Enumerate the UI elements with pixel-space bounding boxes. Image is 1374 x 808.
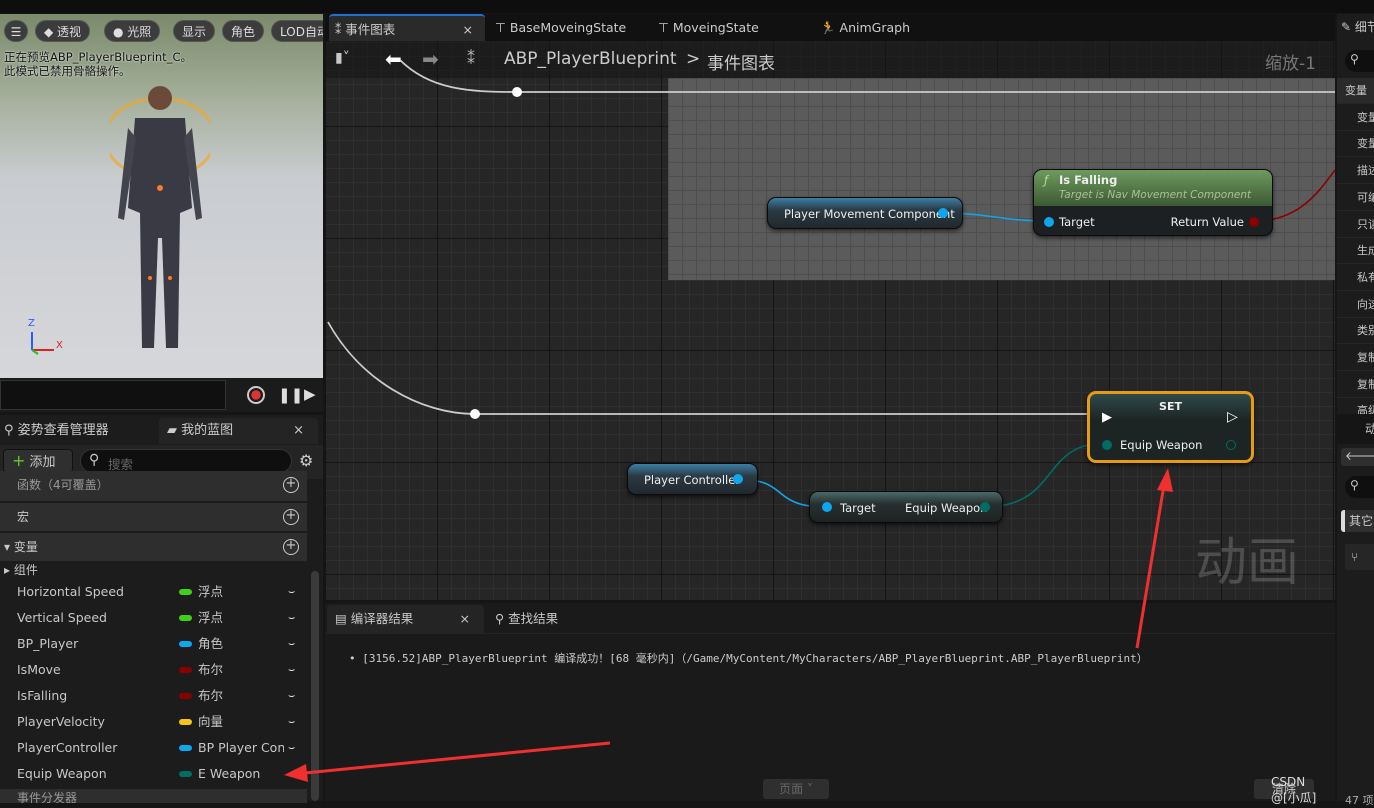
- arrow-head: [284, 764, 308, 782]
- red-arrow-to-variable: [304, 741, 611, 775]
- red-arrow-to-set-node: [1135, 484, 1166, 649]
- arrow-head: [1157, 468, 1173, 492]
- annotation-arrows: [284, 468, 1173, 782]
